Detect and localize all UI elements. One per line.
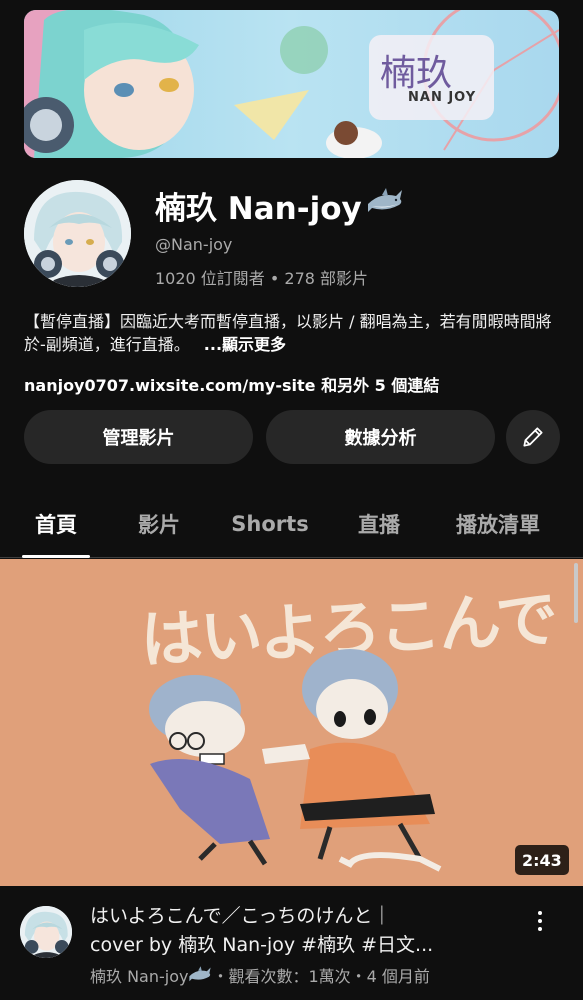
- video-duration-badge: 2:43: [515, 845, 569, 875]
- video-title-line-2: cover by 楠玖 Nan-joy #楠玖 #日文...: [90, 934, 434, 956]
- video-title-line-1: はいよろこんで／こっちのけんと｜: [90, 905, 392, 927]
- video-title[interactable]: はいよろこんで／こっちのけんと｜ cover by 楠玖 Nan-joy #楠玖…: [90, 902, 510, 960]
- edit-channel-button[interactable]: [506, 410, 560, 464]
- channel-links[interactable]: nanjoy0707.wixsite.com/my-site 和另外 5 個連結: [24, 372, 439, 396]
- channel-name-text: 楠玖 Nan-joy: [155, 191, 362, 227]
- channel-avatar[interactable]: [24, 180, 131, 287]
- tab-playlists[interactable]: 播放清單: [442, 490, 554, 558]
- manage-videos-button[interactable]: 管理影片: [24, 410, 253, 464]
- shark-icon: [366, 186, 404, 226]
- channel-description[interactable]: 【暫停直播】因臨近大考而暫停直播，以影片 / 翻唱為主，若有閒暇時間將於-副頻道…: [24, 310, 564, 356]
- tab-live[interactable]: 直播: [345, 490, 413, 558]
- banner-logo: 楠玖: [380, 53, 453, 94]
- channel-banner: 楠玖 NAN JOY: [24, 10, 559, 158]
- video-thumbnail[interactable]: はいよろこんで: [0, 559, 583, 886]
- channel-handle: @Nan-joy: [155, 235, 233, 254]
- more-options-icon[interactable]: [528, 906, 552, 936]
- tab-shorts[interactable]: Shorts: [222, 490, 318, 558]
- tab-videos[interactable]: 影片: [125, 490, 193, 558]
- channel-tabs: 首頁 影片 Shorts 直播 播放清單: [0, 490, 583, 558]
- video-meta-channel: 楠玖 Nan-joy: [90, 967, 189, 986]
- tab-home[interactable]: 首頁: [22, 490, 90, 558]
- video-meta: 楠玖 Nan-joy ・觀看次數：1萬次・4 個月前: [90, 963, 430, 987]
- channel-stats: 1020 位訂閱者 • 278 部影片: [155, 269, 369, 288]
- scrollbar[interactable]: [574, 563, 578, 623]
- analytics-button[interactable]: 數據分析: [266, 410, 495, 464]
- show-more-link[interactable]: ...顯示更多: [204, 335, 286, 354]
- shark-icon: [188, 965, 212, 985]
- video-meta-details: ・觀看次數：1萬次・4 個月前: [212, 967, 430, 986]
- description-text: 【暫停直播】因臨近大考而暫停直播，以影片 / 翻唱為主，若有閒暇時間將於-副頻道…: [24, 312, 552, 354]
- video-channel-avatar[interactable]: [20, 906, 72, 958]
- thumbnail-illustration: [149, 649, 442, 872]
- channel-name: 楠玖 Nan-joy: [155, 183, 404, 228]
- pencil-icon: [523, 427, 543, 447]
- banner-logo-sub: NAN JOY: [408, 90, 477, 105]
